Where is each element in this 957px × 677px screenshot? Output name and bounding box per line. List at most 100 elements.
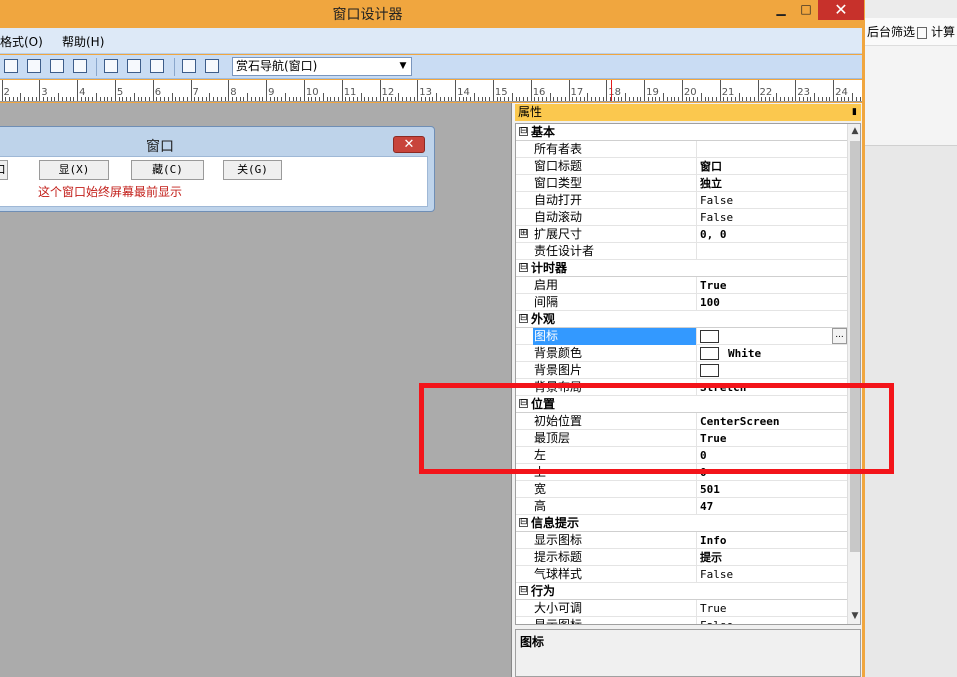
property-value-cell[interactable]: True — [700, 277, 727, 294]
ruler-tick — [723, 97, 725, 101]
expand-icon[interactable]: ⊞ — [519, 229, 528, 238]
property-row[interactable]: ⊞ 扩展尺寸 0, 0 — [516, 226, 847, 243]
close-button[interactable]: ✕ — [818, 0, 864, 20]
align-right-icon[interactable] — [50, 59, 64, 73]
property-row[interactable]: 窗口类型 独立 — [516, 175, 847, 192]
same-width-icon[interactable] — [104, 59, 118, 73]
property-value-cell[interactable]: 窗口 — [700, 158, 722, 175]
property-label: 显示图标 — [534, 533, 583, 547]
ruler-tick — [693, 97, 695, 101]
preview-button-hide[interactable]: 藏(C) — [131, 160, 204, 180]
ruler-tick — [77, 80, 79, 101]
scroll-up-icon[interactable]: ▲ — [848, 124, 860, 139]
property-row[interactable]: 气球样式 False — [516, 566, 847, 583]
property-value-cell[interactable]: 47 — [700, 498, 713, 515]
vertical-spacing-icon[interactable] — [182, 59, 196, 73]
preview-button-show[interactable]: 显(X) — [39, 160, 109, 180]
property-value-cell[interactable]: False — [700, 617, 733, 624]
property-value-cell[interactable] — [700, 362, 728, 379]
property-value-cell[interactable]: False — [700, 192, 733, 209]
collapse-icon[interactable]: ⊟ — [519, 518, 528, 527]
property-value-cell[interactable]: 提示 — [700, 549, 722, 566]
property-category[interactable]: ⊟ 计时器 — [516, 260, 847, 277]
ruler-tick — [674, 97, 676, 101]
object-selector-combo[interactable]: 赏石导航(窗口) ▼ — [232, 57, 412, 76]
ellipsis-button[interactable]: ... — [832, 328, 847, 344]
property-row[interactable]: 大小可调 True — [516, 600, 847, 617]
property-value-cell[interactable]: 独立 — [700, 175, 722, 192]
ruler-tick — [598, 97, 600, 101]
property-value-cell[interactable]: 100 — [700, 294, 720, 311]
preview-button-partial[interactable]: 口 — [0, 160, 8, 180]
collapse-icon[interactable]: ⊟ — [519, 314, 528, 323]
property-row[interactable]: 宽 501 — [516, 481, 847, 498]
property-scrollbar[interactable]: ▲ ▼ — [847, 124, 860, 624]
ruler-tick — [428, 97, 430, 101]
column-divider — [696, 294, 697, 311]
property-row[interactable]: 显示图标 Info — [516, 532, 847, 549]
scrollbar-thumb[interactable] — [850, 141, 860, 552]
collapse-icon[interactable]: ⊟ — [519, 127, 528, 136]
property-row[interactable]: 显示图标 False — [516, 617, 847, 624]
property-value-cell[interactable]: 0, 0 — [700, 226, 727, 243]
property-label: 高 — [534, 499, 547, 513]
chevron-down-icon[interactable]: ▼ — [397, 58, 409, 75]
ruler-tick — [285, 93, 286, 101]
title-bar[interactable]: 窗口设计器 ▁ □ ✕ — [0, 0, 865, 26]
property-category[interactable]: ⊟ 行为 — [516, 583, 847, 600]
preview-button-close[interactable]: 关(G) — [223, 160, 282, 180]
property-value-cell[interactable]: False — [700, 209, 733, 226]
property-row[interactable]: 窗口标题 窗口 — [516, 158, 847, 175]
menu-format[interactable]: 格式(O) — [0, 33, 43, 50]
scroll-down-icon[interactable]: ▼ — [848, 609, 860, 624]
align-left-icon[interactable] — [4, 59, 18, 73]
ruler-tick — [266, 80, 268, 101]
minimize-button[interactable]: ▁ — [770, 0, 792, 20]
ruler-tick — [727, 97, 729, 101]
property-category[interactable]: ⊟ 信息提示 — [516, 515, 847, 532]
ruler-tick — [99, 97, 101, 101]
property-row[interactable]: 所有者表 — [516, 141, 847, 158]
background-calc-label[interactable]: 计算 — [931, 25, 955, 39]
ruler-tick — [341, 80, 343, 101]
property-row[interactable]: 自动打开 False — [516, 192, 847, 209]
property-row[interactable]: 责任设计者 — [516, 243, 847, 260]
property-value-cell[interactable]: 501 — [700, 481, 720, 498]
background-filter-label[interactable]: 后台筛选 — [867, 25, 915, 39]
property-value-cell[interactable]: False — [700, 566, 733, 583]
ruler-tick — [24, 97, 26, 101]
property-row[interactable]: 背景颜色 White — [516, 345, 847, 362]
preview-window[interactable]: 窗口 ✕ 口 显(X) 藏(C) 关(G) 这个窗口始终屏幕最前显示 — [0, 126, 435, 212]
pin-icon[interactable]: ▮ — [852, 104, 857, 121]
property-category[interactable]: ⊟ 基本 — [516, 124, 847, 141]
ruler-tick — [107, 97, 109, 101]
property-value-cell[interactable]: True — [700, 600, 727, 617]
maximize-button[interactable]: □ — [795, 0, 817, 20]
preview-close-button[interactable]: ✕ — [393, 136, 425, 153]
property-category[interactable]: ⊟ 外观 — [516, 311, 847, 328]
horizontal-spacing-icon[interactable] — [205, 59, 219, 73]
property-row[interactable]: 提示标题 提示 — [516, 549, 847, 566]
align-center-icon[interactable] — [27, 59, 41, 73]
same-height-icon[interactable] — [127, 59, 141, 73]
ruler-tick — [262, 97, 264, 101]
property-value-cell[interactable]: Info — [700, 532, 727, 549]
ruler-tick — [470, 97, 472, 101]
property-row[interactable]: 高 47 — [516, 498, 847, 515]
property-value-cell[interactable] — [700, 328, 728, 345]
ruler-tick — [829, 97, 831, 101]
property-row[interactable]: 自动滚动 False — [516, 209, 847, 226]
menu-help[interactable]: 帮助(H) — [62, 33, 104, 50]
same-size-icon[interactable] — [150, 59, 164, 73]
property-row[interactable]: 启用 True — [516, 277, 847, 294]
align-bottom-icon[interactable] — [73, 59, 87, 73]
collapse-icon[interactable]: ⊟ — [519, 263, 528, 272]
ruler-tick — [360, 93, 362, 101]
property-row[interactable]: 图标... — [516, 328, 847, 345]
ruler-tick — [810, 97, 812, 101]
property-value-cell[interactable]: White — [700, 345, 761, 362]
collapse-icon[interactable]: ⊟ — [519, 586, 528, 595]
property-row[interactable]: 间隔 100 — [516, 294, 847, 311]
property-row[interactable]: 背景图片 — [516, 362, 847, 379]
column-divider — [696, 158, 697, 175]
